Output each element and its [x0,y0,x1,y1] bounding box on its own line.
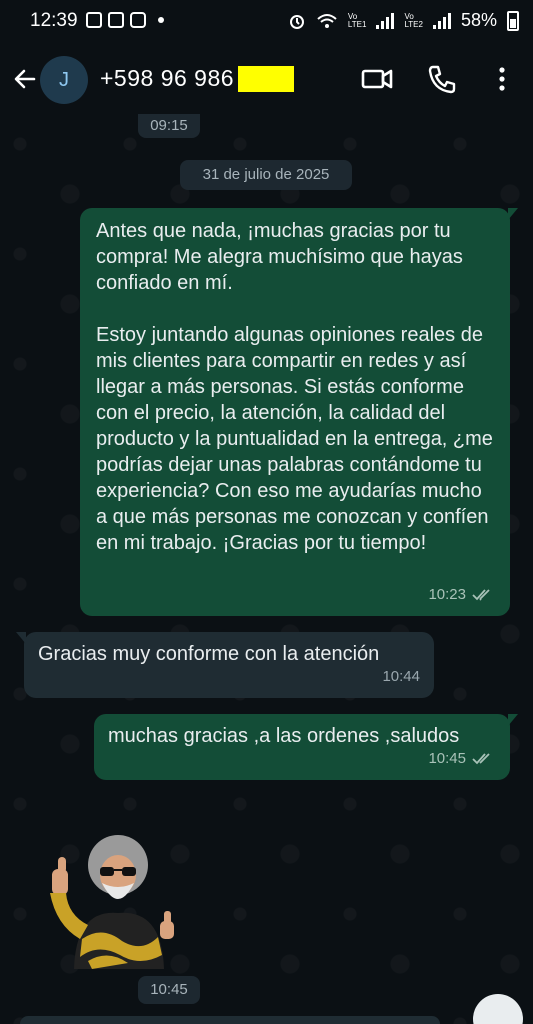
wifi-icon [317,13,337,28]
youtube-icon [130,12,146,28]
message-meta: 10:45 [428,746,496,772]
contact-name[interactable]: +598 96 986 [100,65,234,92]
message-bubble-outgoing[interactable]: muchas gracias ,a las ordenes ,saludos 1… [94,714,518,780]
back-arrow-icon[interactable] [10,64,40,94]
message-time: 10:45 [428,750,466,767]
message-bubble-outgoing[interactable]: Antes que nada, ¡muchas gracias por tu c… [80,208,518,616]
date-divider: 31 de julio de 2025 [180,160,352,190]
mic-button[interactable] [473,994,523,1024]
message-time: 10:44 [382,668,420,685]
redaction-box [238,66,294,92]
news-icon [108,12,124,28]
status-right-icons: Vo LTE1 Vo LTE2 58% [288,10,519,31]
lte1-indicator: Vo LTE1 [347,11,367,29]
status-bar: 12:39 Vo LTE1 Vo LTE2 58% [0,0,533,44]
battery-icon [507,10,519,31]
phone-icon[interactable] [425,62,459,96]
more-notifications-dot [158,17,164,23]
message-input-bar[interactable] [20,1016,440,1024]
battery-percent: 58% [460,10,497,30]
message-bubble-incoming[interactable]: Gracias muy conforme con la atención 10:… [16,632,434,698]
sticker-time-pill: 10:45 [138,976,200,1004]
avatar-initial: J [59,68,69,91]
lte2-indicator: Vo LTE2 [404,11,423,29]
message-time: 10:23 [428,586,466,603]
message-meta: 10:44 [382,664,420,690]
alarm-icon [289,14,304,29]
signal1-icon [376,12,395,29]
chat-screen: 12:39 Vo LTE1 Vo LTE2 58% J +598 96 986 … [0,0,533,1024]
message-list[interactable]: 09:15 31 de julio de 2025 Antes que nada… [0,114,533,1024]
status-notification-icons [86,12,164,28]
message-text: Gracias muy conforme con la atención [38,643,380,665]
gallery-icon [86,12,102,28]
avatar[interactable]: J [40,56,88,104]
signal2-icon [432,12,451,29]
message-meta: 10:23 [428,582,496,608]
video-call-icon[interactable] [360,62,394,96]
status-time: 12:39 [30,10,78,31]
chat-header: J +598 96 986 [0,44,533,114]
read-ticks-icon [472,753,490,765]
read-ticks-icon [472,589,490,601]
thumbs-up-sticker[interactable] [32,829,192,979]
more-vert-icon[interactable] [488,62,522,96]
message-time-pill: 09:15 [138,114,200,138]
message-text: Antes que nada, ¡muchas gracias por tu c… [96,220,493,554]
